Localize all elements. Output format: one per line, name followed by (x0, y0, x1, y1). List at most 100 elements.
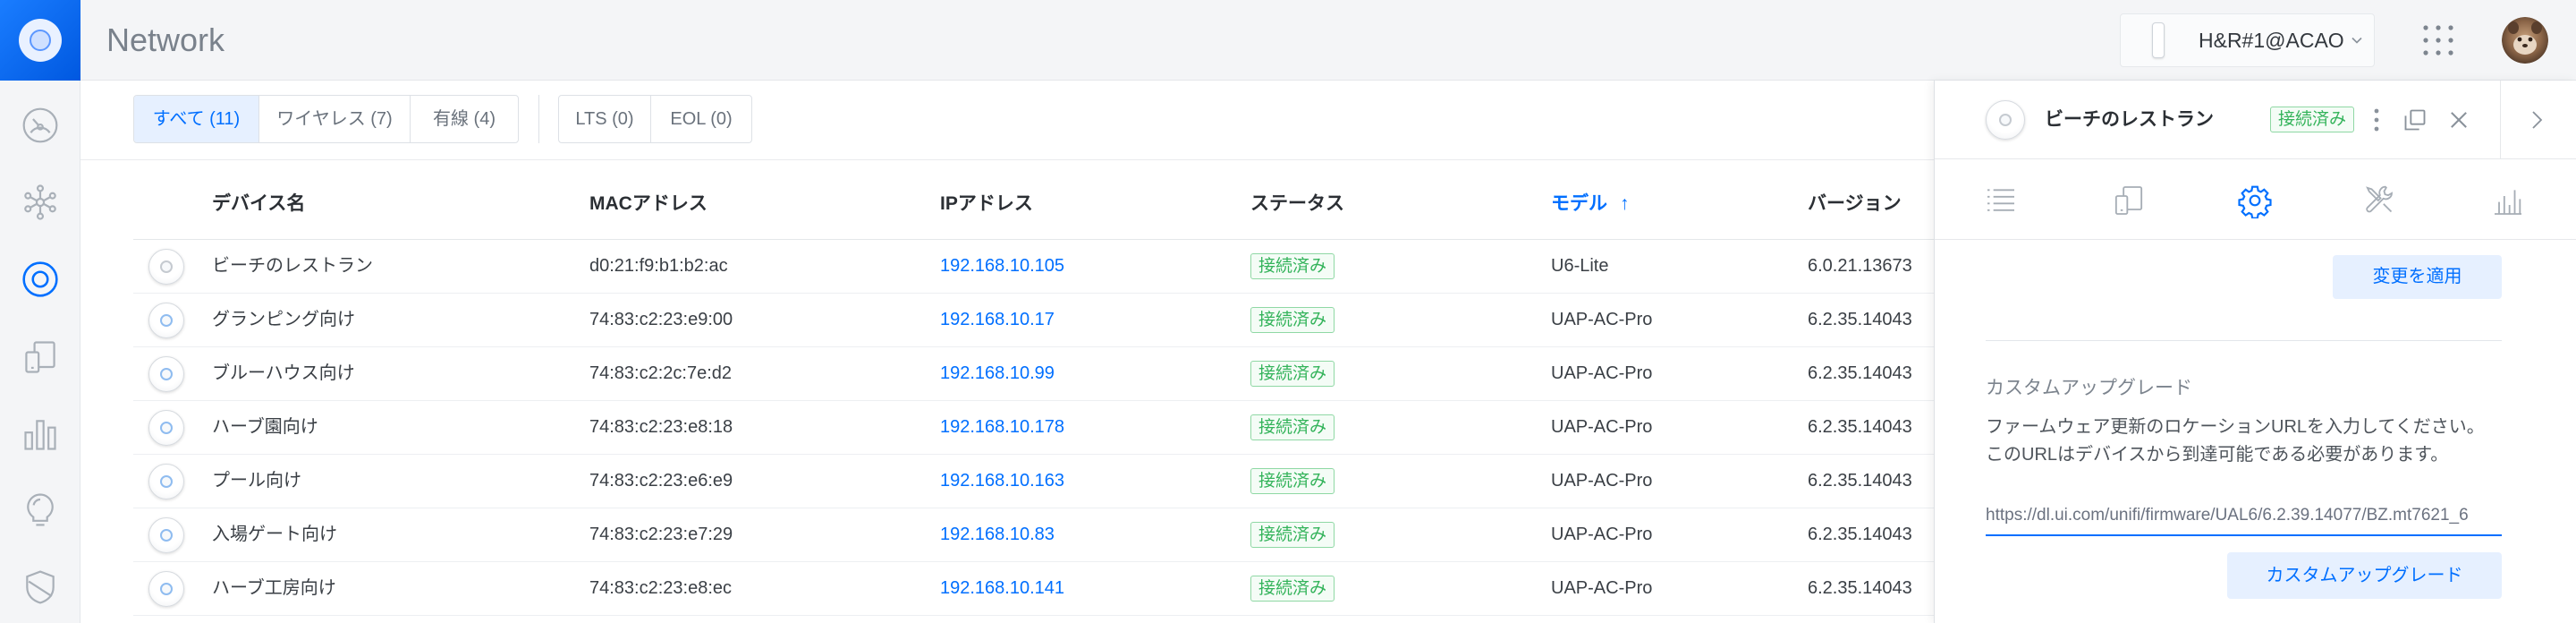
sidebar-item-statistics[interactable] (0, 403, 80, 465)
status-cell: 接続済み (1250, 522, 1335, 548)
insights-icon (27, 493, 54, 526)
top-header: Network H&R#1@ACAO (80, 0, 2576, 81)
firmware-version: 6.2.35.14043 (1808, 471, 1912, 491)
sidebar-item-insights[interactable] (0, 478, 80, 541)
ip-address-link[interactable]: 192.168.10.163 (940, 455, 1064, 508)
access-point-icon (148, 464, 184, 499)
sidebar-item-protection[interactable] (0, 556, 80, 619)
table-row[interactable]: ブルーハウス向け 74:83:c2:2c:7e:d2 192.168.10.99 接続… (133, 347, 2012, 401)
status-badge: 接続済み (1250, 522, 1335, 548)
custom-upgrade-url-input[interactable] (1986, 497, 2502, 536)
device-name: ブルーハウス向け (212, 363, 355, 383)
grid-icon[interactable] (2422, 24, 2454, 56)
site-selector-label: H&R#1@ACAO (2199, 29, 2344, 52)
device-table-body: ビーチのレストラン d0:21:f9:b1:b2:ac 192.168.10.105… (133, 240, 2012, 623)
topology-icon (24, 184, 56, 220)
lifecycle-filter: LTS (0) EOL (0) (558, 95, 752, 143)
filter-lts[interactable]: LTS (0) (559, 96, 651, 142)
statistics-icon[interactable] (2490, 183, 2526, 218)
sidebar-item-clients[interactable] (0, 326, 80, 388)
panel-settings-content: 変更を適用 カスタムアップグレード ファームウェア更新のロケーションURLを入力… (1935, 240, 2576, 623)
ip-address-link[interactable]: 192.168.10.83 (940, 508, 1055, 561)
table-row[interactable]: ハーブ工房向け 74:83:c2:23:e8:ec 192.168.10.141 接続… (133, 562, 2012, 616)
firmware-version: 6.2.35.14043 (1808, 578, 1912, 598)
ip-address-link[interactable]: 192.168.10.105 (940, 240, 1064, 293)
column-header-status[interactable]: ステータス (1250, 168, 1344, 240)
ip-address-link[interactable]: 192.168.10.178 (940, 401, 1064, 454)
more-vertical-icon[interactable] (2369, 107, 2384, 133)
unifi-logo[interactable] (0, 0, 80, 81)
settings-icon[interactable] (2237, 183, 2273, 218)
tools-icon[interactable] (2362, 183, 2398, 218)
mac-address: 74:83:c2:2c:7e:d2 (589, 363, 733, 383)
mac-address: 74:83:c2:23:e6:e9 (589, 471, 733, 491)
status-cell: 接続済み (1250, 307, 1335, 333)
custom-upgrade-button[interactable]: カスタムアップグレード (2227, 552, 2502, 599)
chevron-right-icon[interactable] (2526, 109, 2547, 131)
firmware-version: 6.2.35.14043 (1808, 525, 1912, 544)
firmware-version: 6.2.35.14043 (1808, 310, 1912, 329)
sidebar-item-dashboard[interactable] (0, 94, 80, 157)
device-name: 入場ゲート向け (212, 525, 337, 544)
status-badge: 接続済み (1250, 253, 1335, 279)
mac-address: d0:21:f9:b1:b2:ac (589, 256, 728, 276)
ip-address-link[interactable]: 192.168.10.141 (940, 562, 1064, 615)
status-badge: 接続済み (2270, 107, 2355, 132)
table-row[interactable]: ハーブ園向け 74:83:c2:23:e8:18 192.168.10.178 接続済… (133, 401, 2012, 455)
site-selector[interactable]: H&R#1@ACAO (2120, 13, 2375, 67)
mac-address: 74:83:c2:23:e9:00 (589, 310, 733, 329)
status-cell: 接続済み (1250, 414, 1335, 440)
filter-separator (538, 95, 539, 143)
mac-address: 74:83:c2:23:e8:18 (589, 417, 733, 437)
sidebar-item-devices[interactable] (0, 248, 80, 311)
column-header-version[interactable]: バージョン (1808, 168, 1902, 240)
status-badge: 接続済み (1250, 307, 1335, 333)
firmware-version: 6.2.35.14043 (1808, 417, 1912, 437)
device-detail-panel: ビーチのレストラン 接続済み 変更を適用 カスタムアップグレード ファームウェア… (1934, 81, 2576, 623)
access-point-icon (148, 410, 184, 446)
list-icon[interactable] (1983, 183, 2019, 218)
sort-ascending-icon: ↑ (1620, 193, 1630, 214)
statistics-icon (24, 420, 56, 450)
table-row[interactable]: 入場ゲート向け 74:83:c2:23:e7:29 192.168.10.83 接続済… (133, 508, 2012, 562)
access-point-led (160, 260, 173, 273)
device-model: UAP-AC-Pro (1551, 310, 1653, 329)
user-avatar-image (2502, 17, 2548, 64)
table-row[interactable]: プール向け 74:83:c2:23:e6:e9 192.168.10.163 接続済み… (133, 455, 2012, 508)
table-row[interactable]: グランピング向け 74:83:c2:23:e9:00 192.168.10.17 接続… (133, 294, 2012, 347)
ip-address-link[interactable]: 192.168.10.17 (940, 294, 1055, 346)
clients-icon[interactable] (2111, 183, 2147, 218)
access-point-icon (148, 303, 184, 338)
filter-wireless[interactable]: ワイヤレス (7) (259, 96, 411, 142)
custom-upgrade-description: ファームウェア更新のロケーションURLを入力してください。このURLはデバイスか… (1986, 417, 2485, 465)
user-avatar[interactable] (2502, 17, 2548, 64)
access-point-icon (148, 356, 184, 392)
ip-address-link[interactable]: 192.168.10.99 (940, 347, 1055, 400)
status-badge: 接続済み (1250, 414, 1335, 440)
sidebar (0, 0, 80, 623)
column-header-ip[interactable]: IPアドレス (940, 168, 1033, 240)
device-name: ハーブ工房向け (212, 578, 336, 598)
firmware-version: 6.2.35.14043 (1808, 363, 1912, 383)
access-point-led (160, 583, 173, 595)
column-header-mac[interactable]: MACアドレス (589, 168, 708, 240)
gateway-device-icon (2152, 22, 2165, 58)
device-model: UAP-AC-Pro (1551, 417, 1653, 437)
column-header-name[interactable]: デバイス名 (212, 168, 305, 240)
filter-all[interactable]: すべて (11) (134, 96, 259, 142)
page-title: Network (106, 21, 225, 58)
table-row[interactable]: ビーチのレストラン d0:21:f9:b1:b2:ac 192.168.10.105… (133, 240, 2012, 294)
filter-wired[interactable]: 有線 (4) (411, 96, 518, 142)
sidebar-item-topology[interactable] (0, 171, 80, 234)
shield-icon (26, 570, 55, 604)
device-type-filter: すべて (11) ワイヤレス (7) 有線 (4) (133, 95, 519, 143)
column-header-model[interactable]: モデル ↑ (1551, 168, 1630, 240)
chevron-down-icon (2351, 37, 2362, 44)
access-point-led (160, 314, 173, 327)
apply-changes-button[interactable]: 変更を適用 (2333, 255, 2502, 299)
filter-eol[interactable]: EOL (0) (651, 96, 751, 142)
status-cell: 接続済み (1250, 361, 1335, 387)
close-icon[interactable] (2446, 107, 2471, 132)
device-table-header: デバイス名 MACアドレス IPアドレス ステータス モデル ↑ バージョン (133, 168, 2012, 240)
pop-out-icon[interactable] (2402, 107, 2428, 132)
